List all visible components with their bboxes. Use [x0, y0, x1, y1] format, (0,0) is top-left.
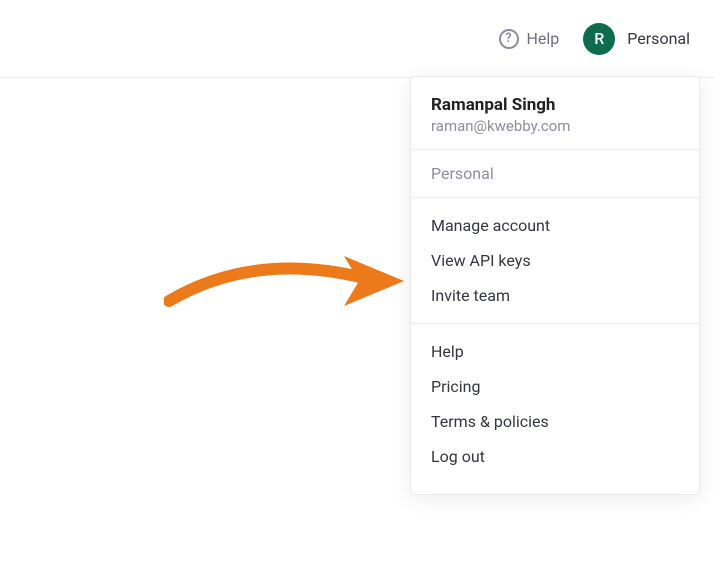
annotation-arrow-icon [164, 246, 414, 316]
account-dropdown: Ramanpal Singh raman@kwebby.com Personal… [410, 76, 700, 495]
help-icon: ? [499, 29, 519, 49]
avatar: R [583, 23, 615, 55]
menu-item-pricing[interactable]: Pricing [411, 369, 699, 404]
account-label: Personal [627, 29, 690, 48]
menu-item-invite-team[interactable]: Invite team [411, 278, 699, 313]
header: ? Help R Personal [0, 0, 714, 78]
account-menu-trigger[interactable]: R Personal [583, 23, 690, 55]
org-label: Personal [411, 150, 699, 197]
avatar-initial: R [594, 29, 604, 48]
menu-group-account: Manage account View API keys Invite team [411, 198, 699, 323]
user-name: Ramanpal Singh [431, 95, 679, 115]
menu-item-view-api-keys[interactable]: View API keys [411, 243, 699, 278]
help-label: Help [527, 29, 560, 48]
help-link[interactable]: ? Help [499, 29, 560, 49]
menu-item-logout[interactable]: Log out [411, 439, 699, 474]
menu-item-help[interactable]: Help [411, 334, 699, 369]
user-email: raman@kwebby.com [431, 117, 679, 135]
menu-group-misc: Help Pricing Terms & policies Log out [411, 324, 699, 484]
menu-item-terms[interactable]: Terms & policies [411, 404, 699, 439]
menu-item-manage-account[interactable]: Manage account [411, 208, 699, 243]
dropdown-user-info: Ramanpal Singh raman@kwebby.com [411, 87, 699, 149]
